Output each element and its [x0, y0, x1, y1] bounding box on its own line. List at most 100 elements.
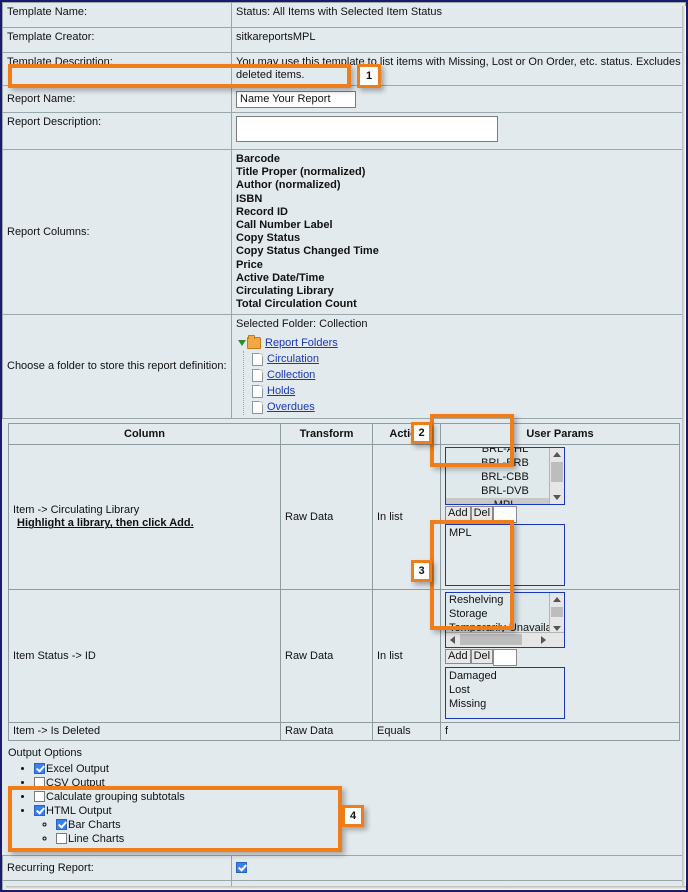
table-row: Item -> Is Deleted Raw Data Equals f	[8, 722, 680, 742]
annotation-badge-4: 4	[342, 805, 364, 827]
param-column-is-deleted: Item -> Is Deleted	[8, 722, 281, 742]
folder-link-report-folders[interactable]: Report Folders	[265, 337, 338, 350]
window-shadow-right	[682, 6, 686, 890]
del-button[interactable]: Del	[470, 649, 494, 665]
column-header-column: Column	[8, 423, 281, 446]
recurring-report-label: Recurring Report:	[2, 855, 232, 882]
report-description-textarea[interactable]	[236, 116, 498, 142]
template-name-label: Template Name:	[2, 2, 232, 28]
param-column-item-status: Item Status -> ID	[8, 589, 281, 724]
folder-link-collection[interactable]: Collection	[267, 369, 315, 382]
report-columns-list: Barcode Title Proper (normalized) Author…	[236, 153, 681, 311]
list-item: Active Date/Time	[236, 271, 325, 284]
table-row: Report Columns: Barcode Title Proper (no…	[2, 148, 686, 316]
folder-link-circulation[interactable]: Circulation	[267, 353, 319, 366]
list-item: Circulating Library	[236, 285, 334, 298]
list-item-selected[interactable]: MPL	[446, 498, 564, 505]
scrollbar-thumb[interactable]	[551, 462, 563, 483]
annotation-badge-3: 3	[411, 560, 432, 582]
list-item: Excel Output	[34, 763, 682, 776]
scroll-down-arrow-icon[interactable]	[550, 491, 564, 504]
table-row: Item Status -> ID Raw Data In list Reshe…	[8, 589, 680, 724]
selected-value-item: Lost	[449, 684, 470, 697]
annotation-badge-2: 2	[411, 422, 432, 444]
listbox-vertical-scrollbar[interactable]	[549, 593, 564, 636]
list-item: Call Number Label	[236, 219, 333, 232]
param-action: Equals	[372, 722, 441, 742]
folder-tree: Report Folders Circulation Collection Ho…	[236, 335, 681, 416]
folder-link-holds[interactable]: Holds	[267, 385, 295, 398]
report-name-cell	[231, 85, 686, 113]
selected-value-item: Damaged	[449, 670, 497, 683]
list-item: Barcode	[236, 153, 281, 165]
list-item: Price	[236, 258, 263, 271]
list-item[interactable]: BRL-DVB	[446, 484, 564, 498]
listbox-vertical-scrollbar[interactable]	[549, 448, 564, 505]
scrollbar-thumb[interactable]	[460, 634, 522, 646]
param-column-circulating-library: Item -> Circulating Library Highlight a …	[8, 444, 281, 591]
report-description-cell	[231, 112, 686, 150]
document-icon	[252, 400, 263, 414]
document-icon	[252, 368, 263, 382]
folder-tree-item-circulation[interactable]: Circulation	[238, 351, 681, 367]
param-transform: Raw Data	[280, 722, 373, 742]
scroll-right-arrow-icon[interactable]	[537, 633, 550, 646]
report-name-input[interactable]	[236, 90, 356, 108]
table-row: Recurring Report:	[2, 855, 686, 882]
list-item: ISBN	[236, 192, 263, 205]
folder-chooser-label: Choose a folder to store this report def…	[2, 314, 232, 420]
report-columns-cell: Barcode Title Proper (normalized) Author…	[231, 148, 686, 316]
list-item: Copy Status	[236, 232, 301, 245]
annotation-badge-1: 1	[357, 64, 381, 88]
table-row: Report Description:	[2, 112, 686, 150]
template-creator-value: sitkareportsMPL	[231, 27, 686, 53]
folder-tree-item-holds[interactable]: Holds	[238, 383, 681, 399]
folder-tree-root[interactable]: Report Folders	[238, 335, 681, 351]
highlight-recurring-settings	[8, 786, 342, 852]
folder-icon	[247, 335, 261, 350]
list-item: Record ID	[236, 205, 288, 218]
scrollbar-thumb[interactable]	[551, 607, 563, 618]
expand-arrow-icon[interactable]	[238, 340, 246, 347]
table-row: Template Creator: sitkareportsMPL	[2, 27, 686, 53]
table-row: Template Name: Status: All Items with Se…	[2, 2, 686, 28]
report-description-label: Report Description:	[2, 112, 232, 150]
params-table-header-row: Column Transform Action User Params	[8, 423, 680, 446]
selected-folder-text: Selected Folder: Collection	[236, 318, 368, 331]
selected-value-item: Missing	[449, 698, 487, 711]
folder-tree-item-collection[interactable]: Collection	[238, 367, 681, 383]
param-transform: Raw Data	[280, 589, 373, 724]
scroll-left-arrow-icon[interactable]	[446, 633, 459, 646]
highlight-item-status-add	[430, 520, 514, 630]
highlight-library-add	[430, 414, 514, 467]
add-del-button-group: Add Del	[445, 649, 675, 667]
blank-field	[493, 649, 518, 667]
add-button[interactable]: Add	[445, 649, 471, 665]
listbox-horizontal-scrollbar[interactable]	[446, 632, 564, 648]
report-columns-label: Report Columns:	[2, 148, 232, 316]
report-template-form: Template Name: Status: All Items with Se…	[0, 0, 688, 892]
param-transform: Raw Data	[280, 444, 373, 591]
highlight-report-name	[8, 64, 351, 88]
document-icon	[252, 384, 263, 398]
option-label: Excel Output	[46, 763, 109, 776]
scroll-up-arrow-icon[interactable]	[550, 448, 564, 461]
selected-values-box[interactable]: Damaged Lost Missing	[445, 667, 565, 720]
report-name-label: Report Name:	[2, 85, 232, 113]
recurring-report-checkbox[interactable]	[236, 861, 247, 873]
param-column-note: Highlight a library, then click Add.	[17, 517, 194, 530]
list-item[interactable]: BRL-CBB	[446, 470, 564, 484]
params-table: Column Transform Action User Params Item…	[8, 423, 680, 742]
document-icon	[252, 352, 263, 366]
window-shadow-bottom	[6, 886, 686, 890]
folder-link-overdues[interactable]: Overdues	[267, 401, 315, 414]
table-row: Report Name:	[2, 85, 686, 113]
param-value: f	[440, 722, 680, 742]
list-item: Total Circulation Count	[236, 298, 357, 311]
template-creator-label: Template Creator:	[2, 27, 232, 53]
scroll-up-arrow-icon[interactable]	[550, 593, 564, 606]
column-header-transform: Transform	[280, 423, 373, 446]
list-item: Copy Status Changed Time	[236, 245, 379, 258]
excel-output-checkbox[interactable]	[34, 763, 45, 775]
table-row: Choose a folder to store this report def…	[2, 314, 686, 420]
